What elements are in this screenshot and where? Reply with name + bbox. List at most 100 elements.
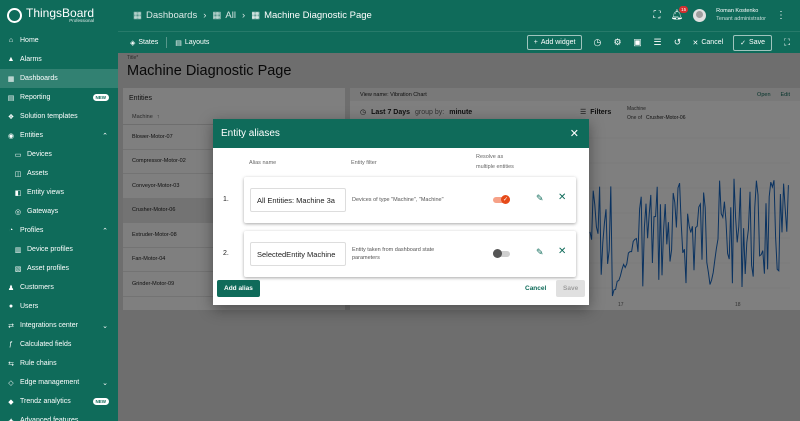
chevron-up-icon: ⌃ [102,132,108,140]
alias-name-input[interactable]: All Entities: Machine 3a [250,188,346,212]
dashboard-icon: ▦ [251,10,261,21]
entity-filter-summary[interactable]: Devices of type "Machine", "Machine" [352,177,477,223]
save-button[interactable]: Save [556,280,586,297]
sidebar-item-device-profiles[interactable]: ▥ Device profiles [0,240,118,259]
sidebar-item-edge-management[interactable]: ◇ Edge management ⌄ [0,373,118,392]
chevron-down-icon: ⌄ [102,379,108,387]
sidebar-item-label: Customers [20,284,54,291]
close-icon[interactable]: ✕ [570,127,579,140]
dialog-title: Entity aliases [221,128,280,139]
pencil-icon[interactable]: ✎ [536,247,544,258]
layers-icon: ◈ [130,39,136,47]
close-icon[interactable]: ✕ [558,246,566,257]
entity-view-icon: ◧ [14,189,22,197]
sidebar-item-label: Calculated fields [20,341,72,348]
sidebar-item-dashboards[interactable]: ▦ Dashboards [0,69,118,88]
sidebar-item-label: Devices [27,151,52,158]
sidebar-item-label: Profiles [20,227,44,234]
breadcrumb-separator-icon: › [241,10,246,21]
sidebar-item-label: Rule chains [20,360,57,367]
alias-row-number: 2. [223,250,229,257]
sidebar-item-users[interactable]: ● Users [0,297,118,316]
sidebar-item-gateways[interactable]: ◎ Gateways [0,202,118,221]
sidebar-item-label: Reporting [20,94,51,101]
sidebar-item-rule-chains[interactable]: ⇆ Rule chains [0,354,118,373]
filter-icon[interactable]: ☰ [652,37,662,48]
alias-row-number: 1. [223,196,229,203]
alarm-icon: ▲ [7,56,15,63]
sidebar-item-entity-views[interactable]: ◧ Entity views [0,183,118,202]
alias-name-input[interactable]: SelectedEntity Machine [250,242,346,266]
sidebar-item-reporting[interactable]: ▤ Reporting NEW [0,88,118,107]
user-role: Tenant administrator [716,15,766,22]
add-widget-button[interactable]: + Add widget [526,35,583,50]
fullscreen-icon[interactable]: ⛶ [782,37,792,48]
sidebar-item-advanced-features[interactable]: ✦ Advanced features ⌄ [0,411,118,421]
dashboard-toolbar: ◈ States ▤ Layouts + Add widget ◷ ⚙ ▣ ☰ … [118,31,800,53]
history-icon[interactable]: ↺ [672,37,682,48]
home-icon: ⌂ [8,37,14,44]
sidebar-item-label: Integrations center [20,322,78,329]
gear-icon[interactable]: ⚙ [612,37,622,48]
sidebar-item-alarms[interactable]: ▲ Alarms [0,50,118,69]
sidebar-item-label: Trendz analytics [20,398,71,405]
states-button[interactable]: ◈ States [130,39,158,47]
integrations-icon: ⇄ [8,322,14,330]
sidebar-item-label: Gateways [27,208,59,215]
check-icon: ✓ [740,39,747,47]
advanced-icon: ✦ [8,417,14,421]
sidebar-item-home[interactable]: ⌂ Home [0,31,118,50]
cancel-button[interactable]: Cancel [525,285,546,292]
sidebar-item-devices[interactable]: ▭ Devices [0,145,118,164]
new-badge: NEW [92,94,109,101]
device-profile-icon: ▥ [14,246,22,254]
entity-filter-summary[interactable]: Entity taken from dashboard state paramet… [352,231,477,277]
sidebar-item-integrations-center[interactable]: ⇄ Integrations center ⌄ [0,316,118,335]
sidebar-item-trendz-analytics[interactable]: ◆ Trendz analytics NEW [0,392,118,411]
dashboard-icon: ▦ [7,75,15,83]
sidebar-item-label: Device profiles [27,246,73,253]
gateway-icon: ◎ [14,208,22,216]
plus-icon: + [533,39,538,46]
layouts-button[interactable]: ▤ Layouts [175,39,209,47]
clock-icon[interactable]: ◷ [592,37,602,48]
notifications-button[interactable]: 🔔︎ 15 [670,6,689,21]
grid-icon: ▦ [212,10,222,21]
device-icon: ▭ [14,151,22,159]
resolve-multiple-toggle[interactable] [493,249,510,258]
sidebar-item-label: Users [20,303,39,310]
close-icon[interactable]: ✕ [558,192,566,203]
pencil-icon[interactable]: ✎ [536,193,544,204]
sidebar-item-asset-profiles[interactable]: ▧ Asset profiles [0,259,118,278]
add-alias-button[interactable]: Add alias [217,280,260,297]
sidebar-item-solution-templates[interactable]: ❖ Solution templates [0,107,118,126]
notification-count: 15 [679,6,689,13]
resolve-multiple-toggle[interactable]: ✓ [493,195,510,204]
image-settings-icon[interactable]: ▣ [632,37,642,48]
breadcrumb: ▦ Dashboards › ▦ All › ▦ Machine Diagnos… [133,10,372,21]
breadcrumb-dashboards[interactable]: ▦ Dashboards [133,10,197,21]
sidebar-item-label: Edge management [20,379,80,386]
save-dashboard-button[interactable]: ✓ Save [733,34,772,51]
sidebar-item-customers[interactable]: ♟ Customers [0,278,118,297]
sidebar-item-label: Home [20,37,39,44]
alias-table-header: Alias name Entity filter Resolve as mult… [213,148,589,177]
fullscreen-icon[interactable]: ⛶ [653,10,660,21]
logo[interactable]: ThingsBoard Professional [0,0,118,31]
sidebar-item-entities[interactable]: ◉ Entities ⌃ [0,126,118,145]
sidebar-item-label: Entity views [27,189,64,196]
calculated-icon: ƒ [9,341,13,348]
sidebar-item-label: Advanced features [20,417,79,421]
profiles-icon: ◔ [8,227,14,234]
more-vert-icon[interactable]: ⋮ [776,10,786,21]
breadcrumb-all[interactable]: ▦ All [212,10,236,21]
entity-aliases-dialog: Entity aliases ✕ Alias name Entity filte… [213,119,589,305]
sidebar-item-calculated-fields[interactable]: ƒ Calculated fields [0,335,118,354]
sidebar-item-assets[interactable]: ◫ Assets [0,164,118,183]
cancel-edit-button[interactable]: ✕ Cancel [692,39,723,47]
asset-profile-icon: ▧ [14,265,22,273]
chevron-up-icon: ⌃ [102,227,108,235]
sidebar-item-profiles[interactable]: ◔ Profiles ⌃ [0,221,118,240]
edge-icon: ◇ [8,379,14,387]
avatar[interactable] [693,9,707,22]
